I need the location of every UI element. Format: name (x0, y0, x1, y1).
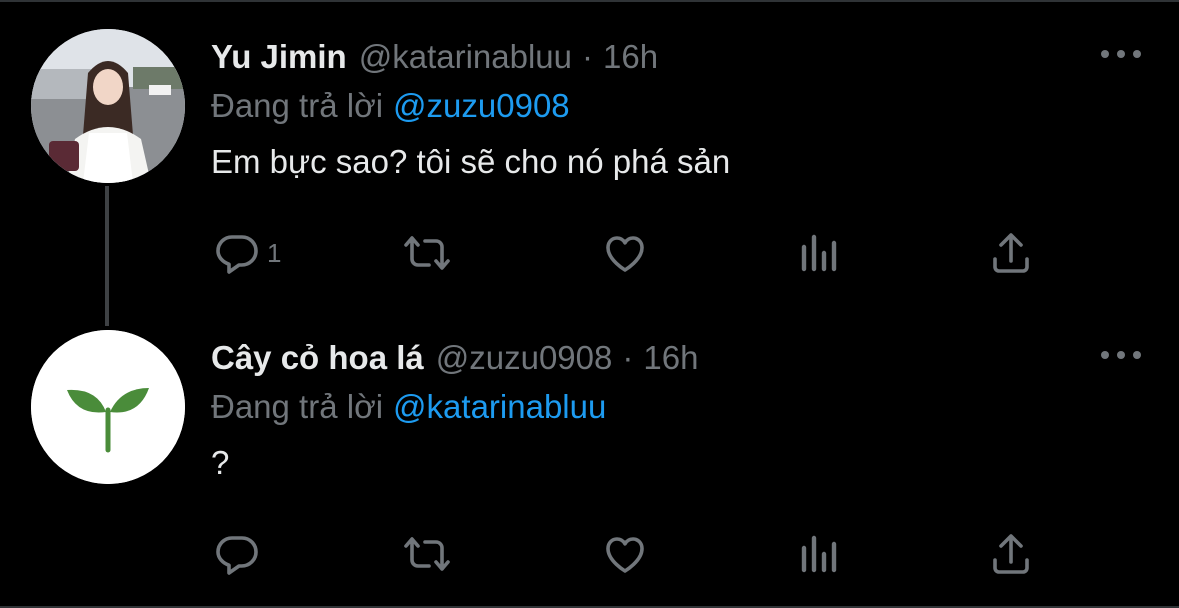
replying-to-label: Đang trả lời (211, 87, 384, 124)
tweet-text: Em bực sao? tôi sẽ cho nó phá sản (211, 143, 731, 180)
share-button[interactable] (987, 529, 1035, 579)
share-icon (993, 534, 1029, 574)
replying-to: Đang trả lời @zuzu0908 (211, 85, 1141, 127)
timestamp[interactable]: 16h (603, 36, 658, 78)
like-button[interactable] (601, 228, 649, 278)
timestamp[interactable]: 16h (643, 337, 698, 379)
views-icon (801, 535, 837, 573)
more-icon (1101, 351, 1109, 359)
tweet-1[interactable]: Yu Jimin @katarinabluu · 16h Đang trả lờ… (211, 36, 1141, 274)
views-button[interactable] (796, 228, 844, 278)
thread-connector-line (105, 186, 109, 326)
user-handle[interactable]: @zuzu0908 (436, 337, 613, 379)
replying-to-label: Đang trả lời (211, 388, 384, 425)
more-icon-dot (1117, 50, 1125, 58)
more-icon-dot (1133, 351, 1141, 359)
like-icon (606, 537, 644, 573)
reply-button[interactable]: 1 (213, 228, 281, 278)
separator-dot: · (622, 339, 634, 376)
more-icon-dot (1117, 351, 1125, 359)
sprout-avatar-image (31, 330, 185, 484)
avatar-yu-jimin[interactable] (31, 29, 185, 183)
more-options-button[interactable] (1101, 44, 1141, 64)
share-icon (993, 233, 1029, 273)
tweet-actions (211, 529, 1141, 579)
retweet-icon (404, 537, 450, 571)
photo-avatar-image (31, 29, 185, 183)
reply-mention-link[interactable]: @zuzu0908 (393, 87, 570, 124)
avatar-cay-co-hoa-la[interactable] (31, 330, 185, 484)
more-options-button[interactable] (1101, 345, 1141, 365)
reply-icon (216, 536, 258, 575)
views-icon (801, 234, 837, 272)
reply-icon (216, 235, 258, 274)
display-name[interactable]: Cây cỏ hoa lá (211, 337, 424, 379)
retweet-button[interactable] (403, 529, 451, 579)
tweet-2[interactable]: Cây cỏ hoa lá @zuzu0908 · 16h Đang trả l… (211, 337, 1141, 575)
replying-to: Đang trả lời @katarinabluu (211, 386, 1141, 428)
share-button[interactable] (987, 228, 1035, 278)
tweet-text: ? (211, 444, 230, 481)
like-icon (606, 236, 644, 272)
tweet-header: Yu Jimin @katarinabluu · 16h (211, 36, 1141, 78)
display-name[interactable]: Yu Jimin (211, 36, 347, 78)
tweet-header: Cây cỏ hoa lá @zuzu0908 · 16h (211, 337, 1141, 379)
reply-button[interactable] (213, 529, 267, 579)
separator-dot: · (582, 38, 594, 75)
retweet-icon (404, 236, 450, 270)
views-button[interactable] (796, 529, 844, 579)
tweet-actions: 1 (211, 228, 1141, 278)
user-handle[interactable]: @katarinabluu (359, 36, 572, 78)
reply-mention-link[interactable]: @katarinabluu (393, 388, 606, 425)
retweet-button[interactable] (403, 228, 451, 278)
like-button[interactable] (601, 529, 649, 579)
reply-count: 1 (267, 237, 282, 268)
more-icon (1101, 50, 1109, 58)
more-icon-dot (1133, 50, 1141, 58)
